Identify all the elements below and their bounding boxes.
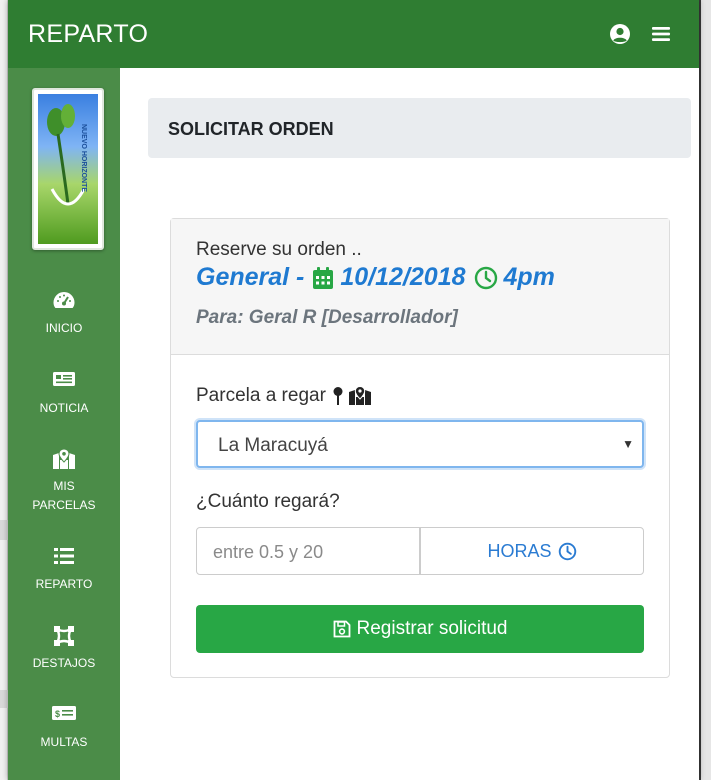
sidebar-item-label: INICIO [45, 321, 83, 335]
vector-square-icon [8, 625, 120, 647]
svg-text:$: $ [55, 709, 60, 719]
sidebar-item-reparto[interactable]: REPARTO [8, 546, 120, 594]
horas-button[interactable]: HORAS [420, 527, 644, 575]
order-card: Reserve su orden .. General - 10/12/2018 [170, 218, 670, 678]
speedometer-icon [8, 290, 120, 312]
save-icon [333, 620, 351, 638]
sidebar-item-mis-parcelas[interactable]: MIS PARCELAS [8, 448, 120, 515]
sidebar-item-noticia[interactable]: NOTICIA [8, 370, 120, 418]
para-text: Para: Geral R [Desarrollador] [196, 307, 458, 328]
page-header: SOLICITAR ORDEN [148, 98, 691, 158]
background-window-strip [0, 0, 8, 780]
horas-label: HORAS [487, 540, 552, 561]
organization-logo[interactable]: NUEVO HORIZONTE [32, 88, 104, 250]
svg-text:NUEVO HORIZONTE: NUEVO HORIZONTE [80, 124, 87, 192]
page-title: SOLICITAR ORDEN [168, 119, 334, 139]
sidebar: NUEVO HORIZONTE INICIO NOTICIA MIS PARCE… [8, 68, 120, 780]
clock-icon [474, 266, 498, 290]
window-edge [699, 0, 711, 780]
card-header: Reserve su orden .. General - 10/12/2018 [171, 219, 669, 355]
logo-image: NUEVO HORIZONTE [38, 94, 98, 244]
sidebar-item-label: MULTAS [40, 735, 88, 749]
hamburger-menu-icon[interactable] [649, 22, 673, 46]
parcela-label: Parcela a regar [196, 385, 372, 407]
map-pin-icon [332, 386, 344, 406]
hours-input[interactable]: entre 0.5 y 20 [196, 527, 420, 575]
sidebar-item-label: DESTAJOS [32, 656, 96, 670]
main-content: SOLICITAR ORDEN Reserve su orden .. Gene… [120, 68, 699, 780]
clock-icon [558, 542, 577, 561]
schedule-name: General - [196, 263, 305, 291]
submit-button[interactable]: Registrar solicitud [196, 605, 644, 653]
sidebar-item-label: NOTICIA [39, 401, 89, 415]
parcela-select-value: La Maracuyá [218, 435, 328, 456]
parcela-select[interactable]: La Maracuyá ▼ [196, 420, 644, 468]
sidebar-item-inicio[interactable]: INICIO [8, 290, 120, 338]
reserve-text: Reserve su orden .. [196, 239, 362, 260]
map-marked-icon [348, 386, 372, 406]
list-icon [8, 546, 120, 568]
schedule-time: 4pm [503, 263, 555, 291]
newspaper-icon [8, 370, 120, 392]
user-circle-icon[interactable] [608, 22, 632, 46]
top-navbar: REPARTO [8, 0, 699, 68]
sidebar-item-label: REPARTO [35, 577, 93, 591]
sidebar-item-multas[interactable]: $ MULTAS [8, 704, 120, 752]
submit-label: Registrar solicitud [356, 618, 508, 639]
money-bill-icon: $ [8, 704, 120, 726]
background-selection [0, 690, 8, 708]
map-marked-icon [8, 448, 120, 470]
hours-input-placeholder: entre 0.5 y 20 [213, 542, 324, 562]
calendar-icon [312, 266, 334, 290]
sidebar-item-label: MIS PARCELAS [8, 477, 120, 515]
brand-title[interactable]: REPARTO [28, 20, 148, 49]
sidebar-item-destajos[interactable]: DESTAJOS [8, 625, 120, 673]
background-selection [0, 520, 8, 540]
caret-down-icon: ▼ [622, 437, 634, 451]
app-window: REPARTO NUEVO HORIZONTE INICIO NOTICIA M… [8, 0, 699, 780]
cuanto-label: ¿Cuánto regará? [196, 491, 340, 512]
sidebar-item-label-line: MIS PARCELAS [32, 479, 96, 512]
parcela-label-text: Parcela a regar [196, 385, 326, 406]
schedule-date: 10/12/2018 [340, 263, 466, 291]
schedule-line: General - 10/12/2018 4pm [196, 263, 555, 292]
